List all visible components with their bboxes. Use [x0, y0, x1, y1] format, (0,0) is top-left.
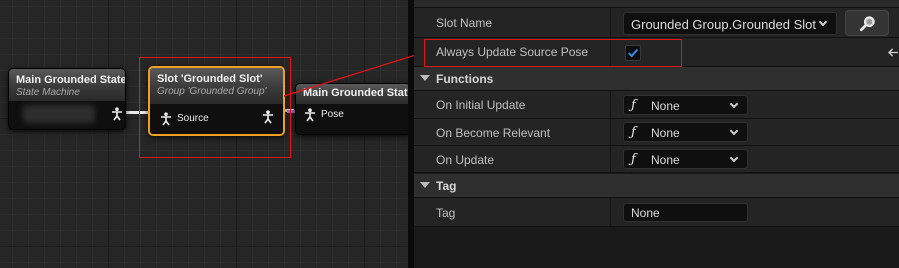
on-become-relevant-label: On Become Relevant [436, 126, 551, 140]
on-update-row: On Update ƒ None [414, 146, 899, 173]
slot-name-label: Slot Name [436, 16, 493, 30]
tag-label: Tag [436, 206, 456, 220]
expand-caret-icon [420, 182, 430, 188]
slot-name-dropdown[interactable]: Grounded Group.Grounded Slot [623, 12, 837, 35]
on-become-relevant-value: None [651, 126, 680, 140]
pose-output-pin-icon[interactable] [111, 107, 123, 121]
browse-button[interactable] [845, 10, 889, 36]
pose-pin-label: Pose [321, 109, 344, 120]
on-update-dropdown[interactable]: ƒ None [623, 149, 748, 169]
tag-input[interactable]: None [623, 203, 748, 222]
column-divider[interactable] [610, 198, 611, 226]
node-subtitle: State Machine [16, 87, 80, 98]
column-divider[interactable] [610, 119, 611, 145]
functions-title: Functions [436, 72, 494, 86]
column-divider[interactable] [610, 8, 611, 37]
pose-input-pin-icon[interactable] [304, 108, 316, 122]
on-initial-update-value: None [651, 99, 680, 113]
node-main-grounded-state-machine[interactable]: Main Grounded State State Machine [8, 68, 126, 130]
slot-name-value: Grounded Group.Grounded Slot [631, 17, 817, 32]
tag-value: None [631, 206, 660, 220]
property-highlight-box [424, 39, 682, 67]
node-title: Main Grounded State [16, 74, 126, 86]
on-update-label: On Update [436, 153, 495, 167]
chevron-down-icon [818, 17, 828, 27]
slot-name-row: Slot Name Grounded Group.Grounded Slot [414, 8, 899, 38]
panel-empty-area [414, 228, 899, 268]
on-update-value: None [651, 153, 680, 167]
chevron-down-icon [729, 126, 739, 136]
column-divider[interactable] [610, 146, 611, 172]
column-divider[interactable] [610, 91, 611, 118]
functions-section-header[interactable]: Functions [414, 67, 899, 91]
annotation-arrow [283, 51, 426, 97]
on-become-relevant-row: On Become Relevant ƒ None [414, 119, 899, 146]
blurred-preview [23, 105, 95, 123]
tag-title: Tag [436, 179, 457, 193]
chevron-down-icon [729, 153, 739, 163]
on-initial-update-row: On Initial Update ƒ None [414, 91, 899, 119]
expand-caret-icon [420, 75, 430, 81]
tag-row: Tag None [414, 198, 899, 227]
reset-arrow-icon[interactable] [888, 48, 899, 57]
chevron-down-icon [729, 99, 739, 109]
function-icon: ƒ [631, 98, 636, 113]
function-icon: ƒ [631, 125, 636, 140]
tag-section-header[interactable]: Tag [414, 174, 899, 198]
search-icon [859, 16, 875, 32]
on-initial-update-label: On Initial Update [436, 98, 526, 112]
on-initial-update-dropdown[interactable]: ƒ None [623, 95, 748, 115]
panel-top-strip [414, 0, 899, 8]
on-become-relevant-dropdown[interactable]: ƒ None [623, 122, 748, 142]
annotation-highlight-box [139, 57, 291, 158]
function-icon: ƒ [631, 152, 636, 167]
details-panel: Slot Name Grounded Group.Grounded Slot A… [414, 0, 899, 268]
